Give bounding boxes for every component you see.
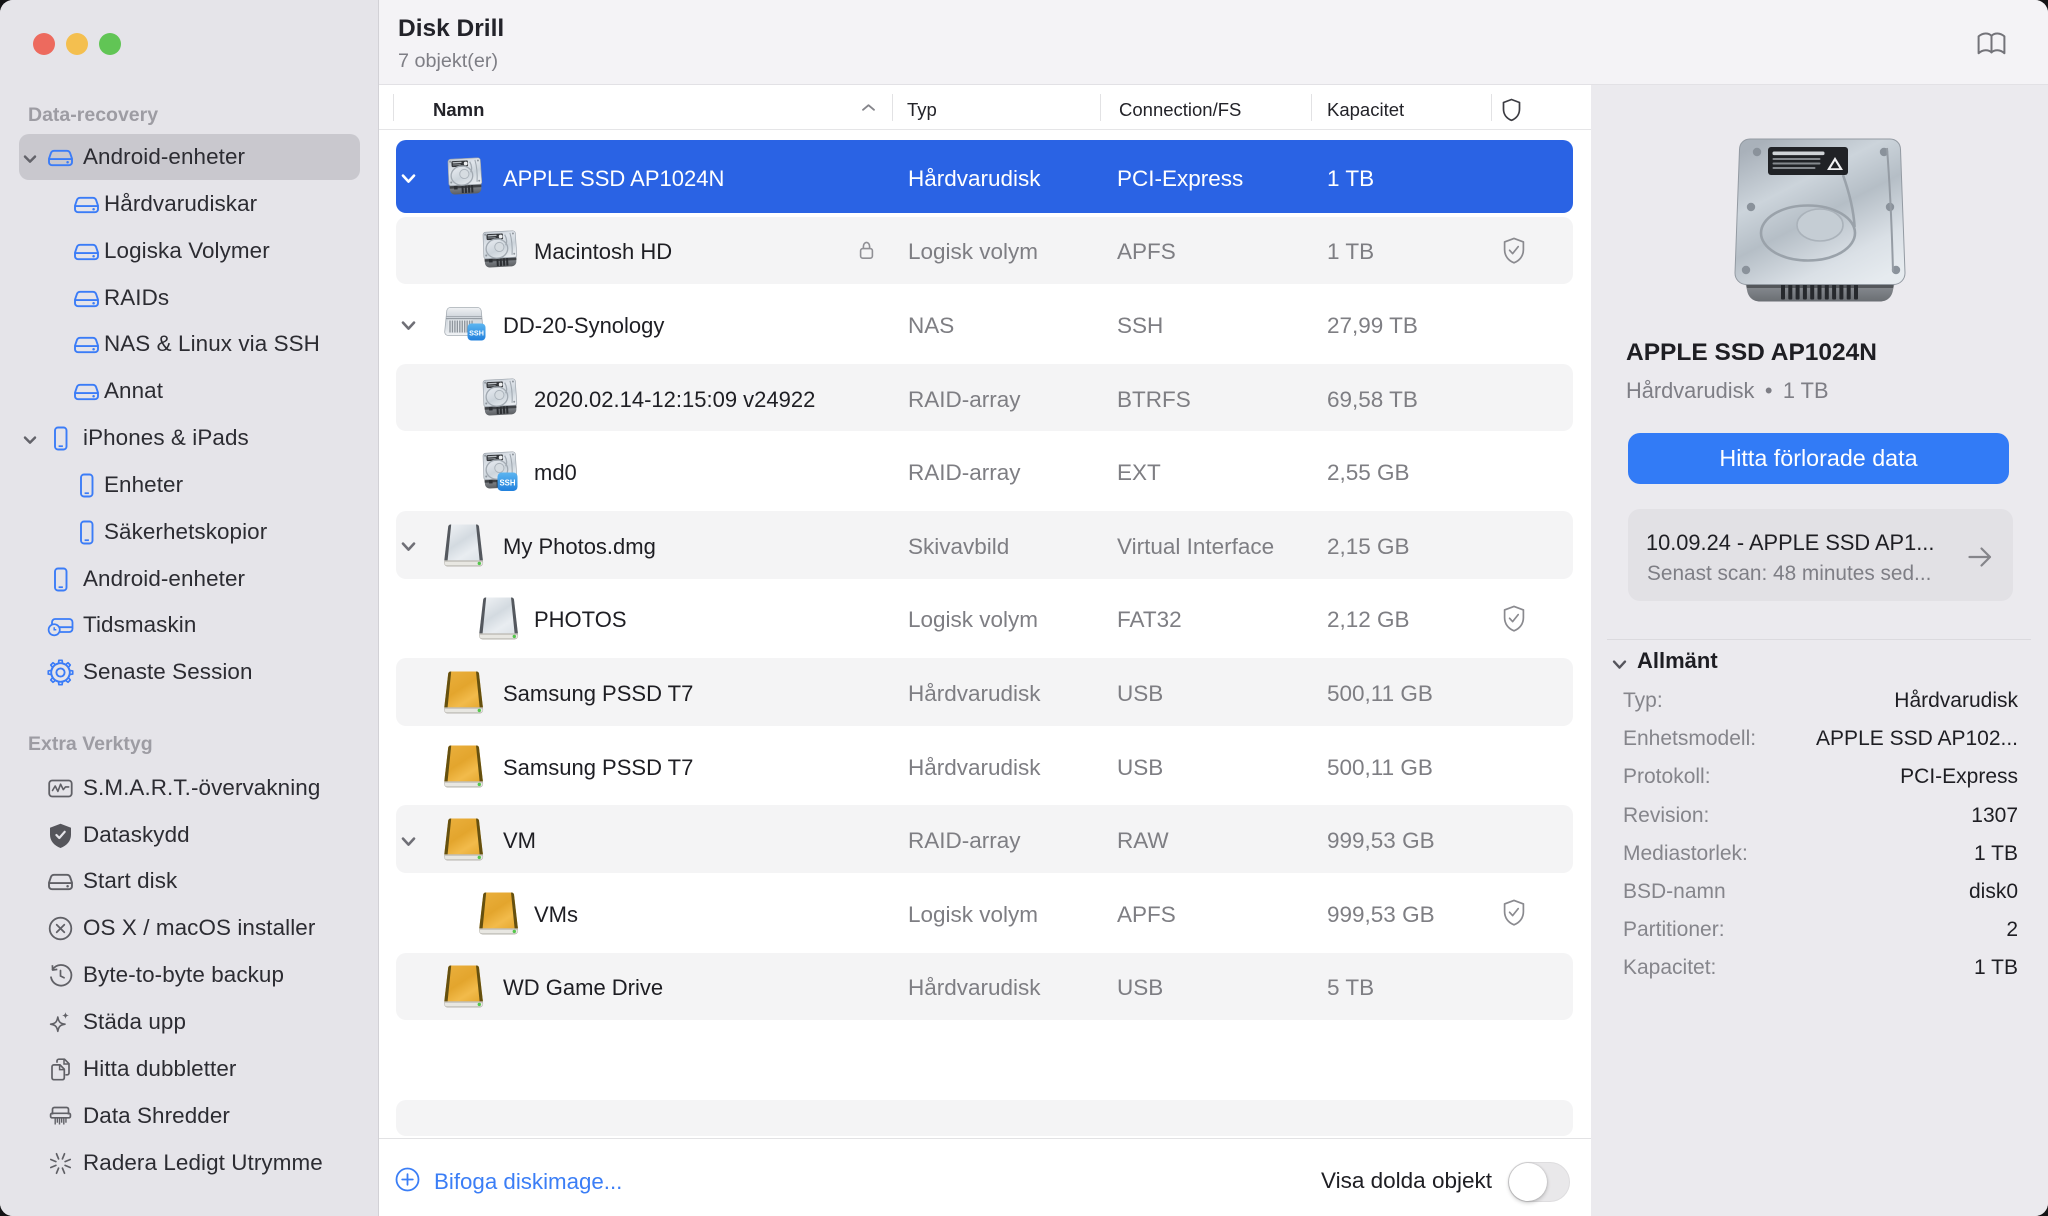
svg-text:SSH: SSH [499,479,515,488]
svg-text:SSH: SSH [469,329,484,338]
